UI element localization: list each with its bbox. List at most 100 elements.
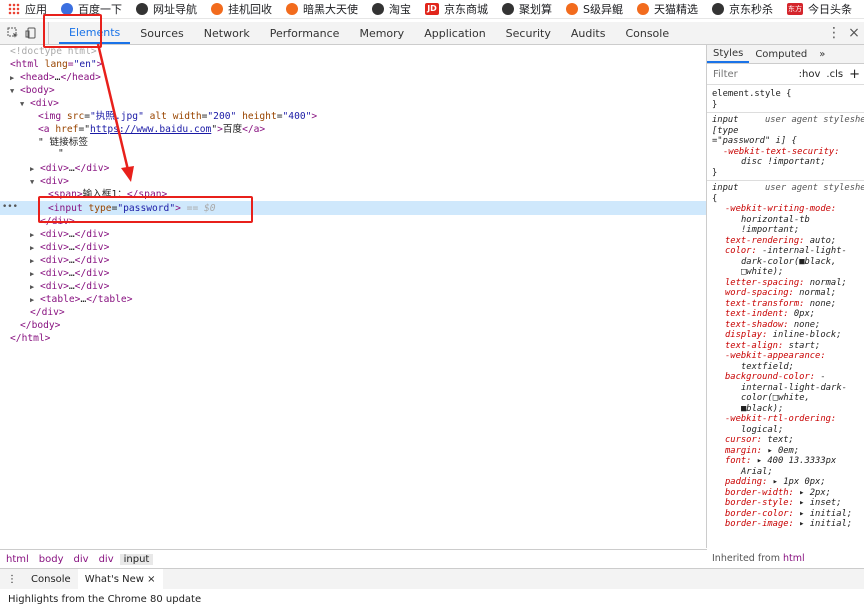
dom-div-open[interactable]: ▼ <div>	[20, 97, 59, 110]
breadcrumb-item[interactable]: body	[35, 554, 68, 565]
element-style-rule[interactable]: element.style {	[712, 89, 791, 100]
css-declaration[interactable]: font: ▸ 400 13.3333px	[725, 456, 836, 467]
dom-a[interactable]: <a href="https://www.baidu.com">百度</a>	[38, 123, 265, 136]
tab-security[interactable]: Security	[496, 22, 561, 44]
breadcrumb-item[interactable]: input	[119, 553, 154, 565]
css-declaration-cont[interactable]: Arial;	[741, 467, 773, 478]
css-declaration-cont[interactable]: logical;	[741, 425, 783, 436]
tab-network[interactable]: Network	[194, 22, 260, 44]
tab-styles[interactable]: Styles	[707, 45, 750, 63]
breadcrumb-item[interactable]: div	[70, 554, 93, 565]
dom-div-collapsed-2[interactable]: ▶ <div>…</div>	[30, 228, 109, 241]
tab-application[interactable]: Application	[414, 22, 495, 44]
hov-toggle[interactable]: :hov	[799, 69, 821, 80]
css-declaration-cont[interactable]: horizontal-tb	[741, 215, 810, 226]
dom-html-close[interactable]: </html>	[10, 332, 50, 345]
css-declaration[interactable]: padding: ▸ 1px 0px;	[725, 477, 826, 488]
dom-div-expanded[interactable]: ▼ <div>	[30, 175, 69, 188]
bookmark-item[interactable]: S级异鲲	[566, 1, 623, 17]
css-declaration-cont[interactable]: ■black);	[741, 404, 783, 415]
element-style-close[interactable]: }	[712, 100, 717, 111]
breadcrumb-item[interactable]: div	[95, 554, 118, 565]
device-toolbar-icon[interactable]	[25, 27, 37, 39]
dom-head[interactable]: ▶ <head>…</head>	[10, 71, 101, 84]
css-declaration[interactable]: margin: ▸ 0em;	[725, 446, 799, 457]
close-tab-icon[interactable]: ×	[147, 574, 155, 585]
bookmark-item[interactable]: 聚划算	[502, 1, 552, 17]
css-declaration[interactable]: text-indent: 0px;	[725, 309, 815, 320]
css-declaration[interactable]: border-width: ▸ 2px;	[725, 488, 831, 499]
rule2-selector[interactable]: input user agent stylesheet	[712, 183, 864, 194]
css-declaration-cont[interactable]: !important;	[741, 225, 799, 236]
bookmark-item[interactable]: 网址导航	[136, 1, 197, 17]
drawer-tab-whats-new[interactable]: What's New ×	[77, 569, 163, 589]
css-declaration[interactable]: -webkit-rtl-ordering:	[725, 414, 836, 425]
css-declaration[interactable]: -webkit-appearance:	[725, 351, 826, 362]
bookmark-item[interactable]: 淘宝	[372, 1, 411, 17]
bookmark-item[interactable]: JD 京东商城	[425, 1, 488, 17]
inspect-element-icon[interactable]	[7, 27, 19, 39]
close-icon[interactable]: ×	[844, 25, 864, 41]
css-declaration[interactable]: border-style: ▸ inset;	[725, 498, 842, 509]
css-declaration-cont[interactable]: dark-color(■black,	[741, 257, 836, 268]
dom-div-collapsed-5[interactable]: ▶ <div>…</div>	[30, 267, 109, 280]
more-options-icon[interactable]: ⋮	[824, 25, 844, 41]
cls-toggle[interactable]: .cls	[826, 69, 843, 80]
css-declaration[interactable]: cursor: text;	[725, 435, 794, 446]
css-declaration[interactable]: text-rendering: auto;	[725, 236, 836, 247]
dom-div-collapsed-4[interactable]: ▶ <div>…</div>	[30, 254, 109, 267]
tab-computed[interactable]: Computed	[749, 45, 813, 63]
rule1-selector-cont2[interactable]: ="password" i] {	[712, 136, 797, 147]
dom-html-open[interactable]: <html lang="en">	[10, 58, 102, 71]
bookmark-item[interactable]: 东方 今日头条	[786, 1, 852, 17]
css-declaration[interactable]: -webkit-writing-mode:	[725, 204, 836, 215]
drawer-tabs: ⋮ Console What's New ×	[0, 568, 864, 590]
dom-div-collapsed-3[interactable]: ▶ <div>…</div>	[30, 241, 109, 254]
rule1-close[interactable]: }	[712, 168, 717, 179]
rule1-selector-cont[interactable]: [type	[712, 126, 738, 137]
css-declaration[interactable]: border-image: ▸ initial;	[725, 519, 852, 530]
breadcrumb-item[interactable]: html	[2, 554, 33, 565]
css-declaration[interactable]: background-color: -	[725, 372, 826, 383]
dom-text-node-tail: "	[58, 148, 64, 159]
css-declaration[interactable]: letter-spacing: normal;	[725, 278, 847, 289]
dom-body-close[interactable]: </body>	[20, 319, 60, 332]
bookmark-item[interactable]: 天猫精选	[636, 1, 698, 17]
css-declaration-cont[interactable]: color(□white,	[741, 393, 810, 404]
css-declaration[interactable]: text-shadow: none;	[725, 320, 820, 331]
rule1-prop[interactable]: -webkit-text-security:	[723, 147, 840, 158]
dom-table[interactable]: ▶ <table>…</table>	[30, 293, 132, 306]
drawer-menu-icon[interactable]: ⋮	[0, 569, 24, 589]
rule1-selector[interactable]: input user agent stylesheet	[712, 115, 864, 126]
dom-body-open[interactable]: ▼ <body>	[10, 84, 55, 97]
dom-img[interactable]: <img src="执照.jpg" alt width="200" height…	[38, 110, 317, 123]
rule2-open[interactable]: {	[712, 194, 717, 205]
node-actions-icon[interactable]: •••	[2, 202, 18, 212]
css-declaration[interactable]: border-color: ▸ initial;	[725, 509, 852, 520]
tab-audits[interactable]: Audits	[561, 22, 616, 44]
inherited-from-link[interactable]: html	[783, 553, 805, 564]
css-declaration[interactable]: text-transform: none;	[725, 299, 836, 310]
styles-tabs: Styles Computed »	[707, 45, 864, 64]
dom-outer-div-close[interactable]: </div>	[30, 306, 65, 319]
drawer-tab-console[interactable]: Console	[24, 569, 78, 589]
css-declaration[interactable]: word-spacing: normal;	[725, 288, 836, 299]
dom-div-collapsed-6[interactable]: ▶ <div>…</div>	[30, 280, 109, 293]
tab-memory[interactable]: Memory	[349, 22, 414, 44]
bookmark-item[interactable]: 京东秒杀	[711, 1, 773, 17]
css-declaration-cont[interactable]: textfield;	[741, 362, 794, 373]
bookmark-item[interactable]: 暗黑大天使	[286, 1, 358, 17]
bookmark-item[interactable]: 应用	[8, 1, 47, 17]
bookmark-item[interactable]: 挂机回收	[211, 1, 272, 17]
more-tabs-icon[interactable]: »	[813, 45, 831, 63]
css-declaration[interactable]: color: -internal-light-	[725, 246, 847, 257]
tab-performance[interactable]: Performance	[260, 22, 350, 44]
css-declaration[interactable]: display: inline-block;	[725, 330, 842, 341]
rule1-val[interactable]: disc !important;	[741, 157, 826, 168]
css-declaration-cont[interactable]: internal-light-dark-	[741, 383, 847, 394]
new-rule-icon[interactable]: +	[849, 67, 860, 82]
styles-filter-input[interactable]	[711, 67, 795, 81]
tab-console[interactable]: Console	[615, 22, 679, 44]
css-declaration-cont[interactable]: □white);	[741, 267, 783, 278]
css-declaration[interactable]: text-align: start;	[725, 341, 820, 352]
